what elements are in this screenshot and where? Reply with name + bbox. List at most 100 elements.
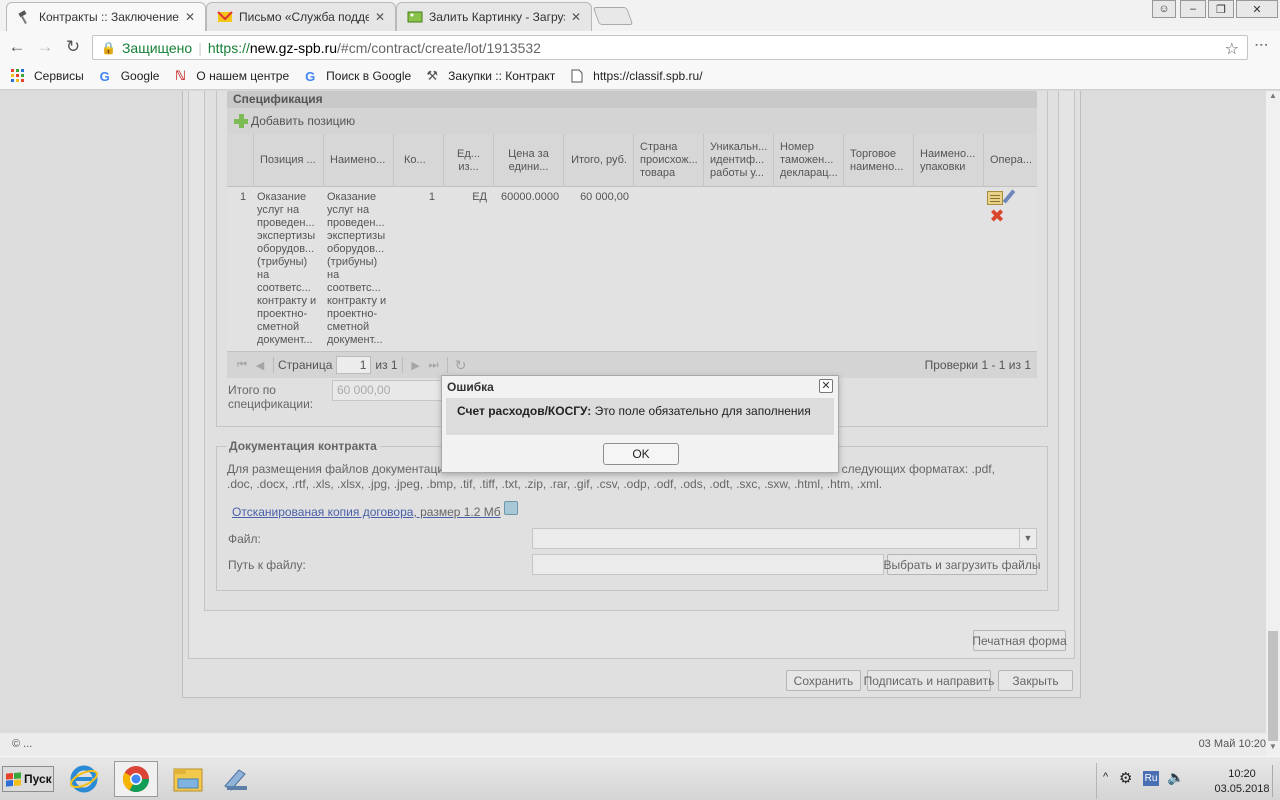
tab-close-icon[interactable]: ✕ [183, 10, 197, 24]
reload-icon[interactable]: ↻ [62, 37, 84, 57]
apps-grid-icon [10, 68, 26, 84]
delete-icon[interactable]: ✖ [989, 207, 1005, 225]
profile-icon[interactable]: ☺ [1152, 0, 1176, 18]
tab-mail[interactable]: Письмо «Служба поддерж ✕ [206, 2, 396, 31]
tab-title: Залить Картинку - Загрузи [429, 10, 565, 24]
dialog-message: Счет расходов/КОСГУ: Это поле обязательн… [446, 398, 834, 435]
language-indicator[interactable]: Ru [1143, 771, 1159, 786]
tray-expand-icon[interactable]: ^ [1103, 771, 1108, 783]
bookmark-services[interactable]: Сервисы [10, 68, 84, 84]
document-icon[interactable] [987, 191, 1003, 205]
page-label: Страница [278, 358, 333, 372]
tab-image-upload[interactable]: Залить Картинку - Загрузи ✕ [396, 2, 592, 31]
upload-files-button[interactable]: Выбрать и загрузить файлы [884, 554, 1040, 575]
bookmark-google[interactable]: G Google [97, 68, 160, 84]
scroll-up-icon[interactable]: ▲ [1266, 91, 1280, 105]
google-icon: G [99, 68, 110, 84]
add-icon [233, 113, 249, 129]
browser-toolbar: ← → ↻ 🔒 Защищено | https://new.gz-spb.ru… [0, 31, 1280, 63]
column-header-customs-number[interactable]: Номер таможен... декларац... [773, 134, 843, 187]
column-header-unique-id[interactable]: Уникальн... идентиф... работы у... [703, 134, 773, 187]
start-button[interactable]: Пуск [2, 766, 54, 792]
tab-contracts[interactable]: Контракты :: Заключение ✕ [6, 2, 206, 31]
add-position-button[interactable]: Добавить позицию [233, 113, 355, 129]
footer-copyright: © ... [12, 738, 33, 750]
scan-copy-link-text[interactable]: Отсканированая копия договора [232, 505, 413, 519]
scan-copy-link[interactable]: Отсканированая копия договора, размер 1.… [232, 505, 501, 519]
next-page-icon[interactable]: ▶ [407, 359, 425, 372]
row-number: 1 [239, 191, 247, 203]
scroll-down-icon[interactable]: ▼ [1266, 742, 1280, 756]
file-explorer-icon[interactable] [166, 761, 210, 797]
address-bar[interactable]: 🔒 Защищено | https://new.gz-spb.ru/#cm/c… [92, 35, 1248, 60]
scrollbar-thumb[interactable] [1268, 631, 1278, 741]
sign-and-send-button[interactable]: Подписать и направить [864, 670, 994, 691]
tray-date: 03.05.2018 [1214, 783, 1270, 795]
ok-button[interactable]: OK [603, 443, 679, 465]
save-button[interactable]: Сохранить [786, 670, 861, 691]
page-scrollbar[interactable]: ▲ ▼ [1266, 91, 1280, 756]
file-path-input[interactable] [532, 554, 884, 575]
minimize-button[interactable]: – [1180, 0, 1206, 18]
bookmark-label: Сервисы [34, 69, 84, 83]
file-select[interactable]: ▼ [532, 528, 1037, 549]
windows-taskbar: Пуск ^ ⚙ Ru 🔈 10:20 03.05.2018 [0, 756, 1280, 800]
column-header-qty[interactable]: Ко... [393, 134, 443, 187]
refresh-icon[interactable]: ↻ [452, 357, 470, 374]
page-number-input[interactable]: 1 [336, 356, 372, 374]
bookmark-star-icon[interactable]: ☆ [1225, 39, 1239, 59]
new-tab-button[interactable] [592, 7, 634, 25]
chrome-icon[interactable] [114, 761, 158, 797]
tab-close-icon[interactable]: ✕ [373, 10, 387, 24]
edit-pencil-icon[interactable] [1002, 189, 1016, 204]
show-desktop-button[interactable] [1272, 765, 1280, 797]
column-header-unit[interactable]: Ед... из... [443, 134, 493, 187]
pager-separator [273, 357, 274, 373]
bookmark-label: Поиск в Google [326, 69, 412, 83]
delete-file-icon[interactable] [504, 501, 518, 515]
column-header-trade-name[interactable]: Торговое наимено... [843, 134, 913, 187]
specification-title: Спецификация [227, 91, 1037, 108]
close-button[interactable]: Закрыть [998, 670, 1073, 691]
last-page-icon[interactable]: ⏭ [425, 359, 443, 372]
column-header-name[interactable]: Наимено... [323, 134, 393, 187]
gavel-icon [18, 10, 27, 24]
forward-arrow-icon[interactable]: → [34, 37, 56, 57]
table-row[interactable]: 1 Оказание услуг на проведен... эксперти… [227, 187, 1037, 351]
scanner-app-icon[interactable] [214, 761, 258, 797]
pager-separator [446, 357, 448, 373]
prev-page-icon[interactable]: ◀ [251, 359, 269, 372]
file-label: Файл: [228, 532, 261, 546]
first-page-icon[interactable]: ⏮ [233, 359, 251, 372]
bookmark-about-center[interactable]: ℕ О нашем центре [172, 68, 289, 84]
volume-icon[interactable]: 🔈 [1167, 769, 1184, 786]
address-separator: | [198, 39, 202, 56]
maximize-button[interactable]: ❐ [1208, 0, 1234, 18]
chevron-down-icon[interactable]: ▼ [1019, 529, 1036, 548]
column-header-position[interactable]: Позиция ... [253, 134, 323, 187]
bookmark-google-search[interactable]: G Поиск в Google [302, 68, 411, 84]
url-host: new.gz-spb.ru [249, 39, 338, 56]
add-position-label: Добавить позицию [251, 114, 356, 128]
column-header-package-name[interactable]: Наимено... упаковки [913, 134, 983, 187]
close-icon[interactable]: ✕ [819, 379, 833, 393]
tab-close-icon[interactable]: ✕ [569, 10, 583, 24]
column-header-country[interactable]: Страна происхож... товара [633, 134, 703, 187]
bookmark-classif[interactable]: https://classif.spb.ru/c [569, 68, 703, 84]
url-scheme: https:// [207, 39, 250, 56]
settings-gear-icon[interactable]: ⚙ [1119, 769, 1132, 787]
bookmark-procurement[interactable]: ⚒ Закупки :: Контракты [424, 68, 556, 84]
close-window-button[interactable]: ✕ [1236, 0, 1278, 18]
internet-explorer-icon[interactable] [62, 761, 106, 797]
column-header-number [227, 134, 253, 187]
column-header-total[interactable]: Итого, руб. [563, 134, 633, 187]
scan-copy-size: , размер 1.2 Мб [413, 505, 501, 519]
browser-menu-icon[interactable]: ⋮ [1254, 38, 1270, 52]
bookmark-icon: ℕ [174, 68, 186, 83]
tray-clock[interactable]: 10:20 03.05.2018 [1207, 767, 1277, 797]
column-header-price[interactable]: Цена за едини... [493, 134, 563, 187]
back-arrow-icon[interactable]: ← [6, 37, 28, 57]
column-header-operations[interactable]: Опера... [983, 134, 1037, 187]
print-form-button[interactable]: Печатная форма [972, 630, 1067, 651]
cell-price: 60000.0000 [501, 191, 560, 203]
